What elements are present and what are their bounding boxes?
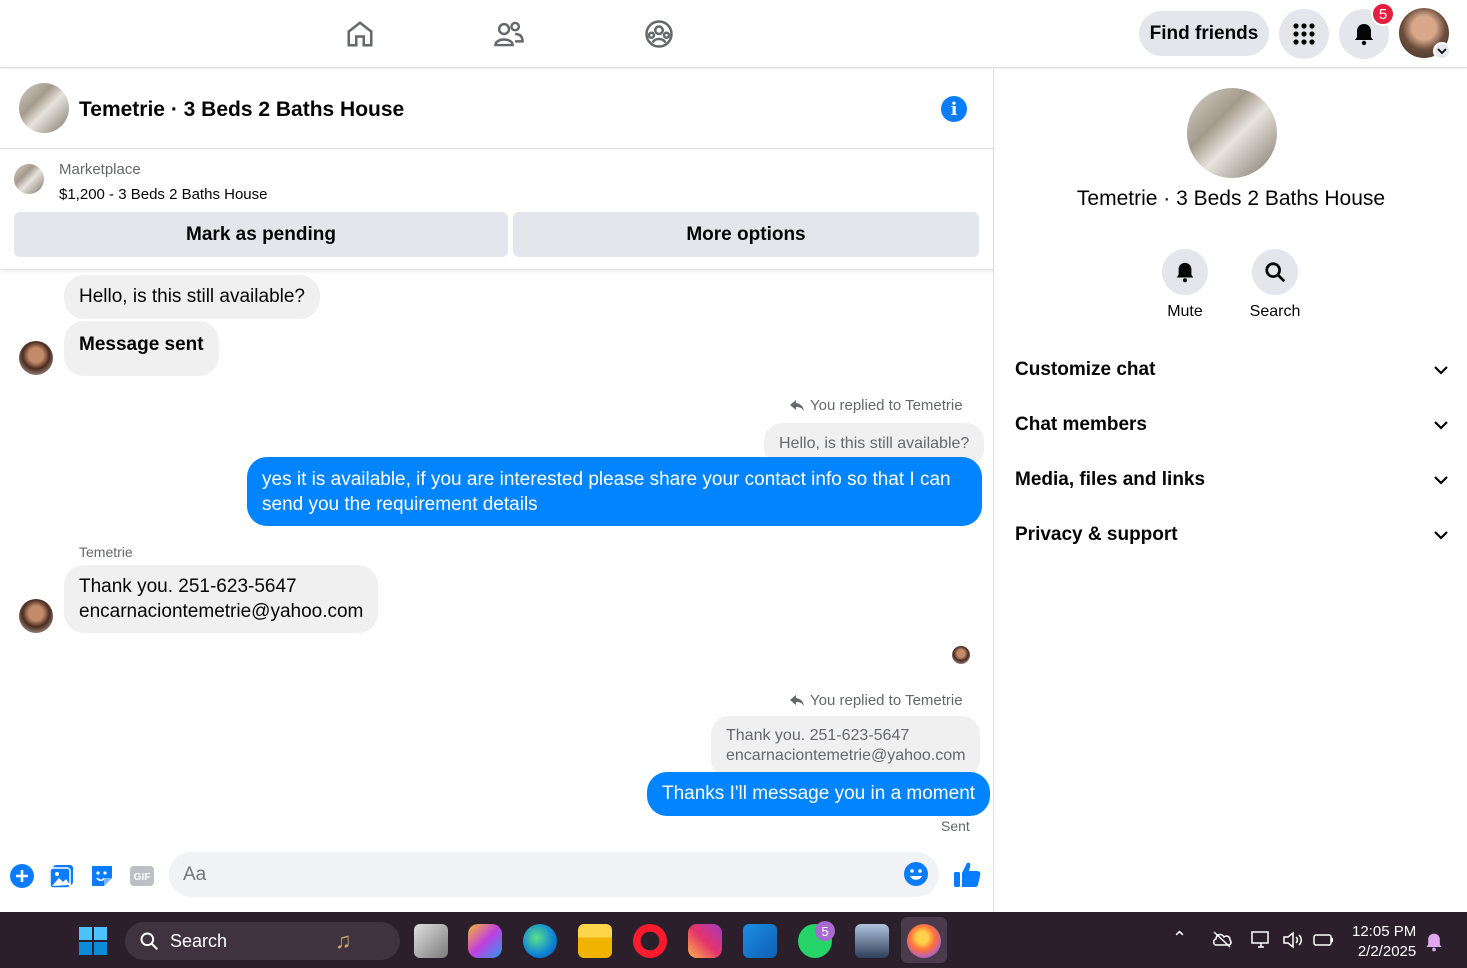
find-friends-button[interactable]: Find friends (1139, 11, 1269, 56)
mute-label: Mute (1167, 303, 1203, 320)
chevron-down-icon[interactable] (1433, 42, 1451, 60)
firefox-icon[interactable] (907, 924, 941, 958)
search-icon (140, 932, 159, 951)
mute-button[interactable]: Mute (1145, 249, 1225, 321)
section-label: Chat members (1015, 414, 1147, 435)
clock-date: 2/2/2025 (1357, 943, 1417, 960)
chat-title[interactable]: Temetrie · 3 Beds 2 Baths House (79, 98, 404, 122)
section-privacy-support[interactable]: Privacy & support (1015, 515, 1449, 555)
section-label: Customize chat (1015, 359, 1156, 380)
reply-arrow-icon (790, 694, 804, 706)
message-composer: GIF (0, 852, 994, 912)
outgoing-message[interactable]: Thanks I'll message you in a moment (647, 772, 991, 816)
windows-start-icon[interactable] (78, 926, 108, 961)
sender-name: Temetrie (79, 544, 133, 560)
sidebar-title[interactable]: Temetrie · 3 Beds 2 Baths House (995, 187, 1467, 211)
network-icon[interactable] (1250, 930, 1272, 955)
add-plus-icon[interactable] (8, 862, 36, 890)
conversation-details-sidebar: Temetrie · 3 Beds 2 Baths House Mute Sea… (995, 69, 1467, 912)
reply-indicator-text: You replied to Temetrie (810, 692, 963, 709)
read-receipt-avatar (952, 646, 970, 664)
info-icon[interactable]: i (941, 96, 967, 122)
section-customize-chat[interactable]: Customize chat (1015, 350, 1449, 390)
contact-avatar[interactable] (19, 599, 53, 633)
message-line: encarnaciontemetrie@yahoo.com (79, 601, 364, 622)
outlook-icon[interactable] (743, 924, 777, 958)
section-label: Privacy & support (1015, 524, 1178, 545)
reply-indicator: You replied to Temetrie (790, 692, 963, 709)
incoming-message[interactable]: Thank you. 251-623-5647 encarnaciontemet… (64, 565, 379, 633)
whatsapp-badge: 5 (815, 921, 835, 941)
search-label: Search (1249, 303, 1301, 320)
battery-icon[interactable] (1311, 930, 1335, 955)
thumbs-up-icon[interactable] (951, 859, 983, 891)
message-input-container (169, 852, 939, 897)
chevron-down-icon (1434, 476, 1448, 485)
taskbar-search-label: Search (170, 930, 228, 951)
notification-bell-icon[interactable] (1424, 932, 1444, 957)
message-line: Thank you. 251-623-5647 (79, 576, 297, 597)
section-label: Media, files and links (1015, 469, 1206, 490)
search-conversation-button[interactable]: Search (1235, 249, 1315, 321)
photo-icon[interactable] (48, 862, 76, 890)
listing-thumbnail[interactable] (19, 83, 69, 133)
task-view-icon[interactable] (414, 924, 448, 958)
reply-indicator: You replied to Temetrie (790, 397, 963, 414)
chat-header: Temetrie · 3 Beds 2 Baths House i (0, 69, 994, 149)
listing-price-title[interactable]: $1,200 - 3 Beds 2 Baths House (59, 186, 267, 203)
chevron-down-icon (1434, 531, 1448, 540)
search-icon[interactable] (1252, 249, 1298, 295)
file-explorer-icon[interactable] (578, 924, 612, 958)
cloud-offline-icon[interactable] (1211, 930, 1233, 953)
home-icon[interactable] (340, 14, 380, 54)
edge-browser-icon[interactable] (523, 924, 557, 958)
marketplace-banner: Marketplace $1,200 - 3 Beds 2 Baths Hous… (0, 149, 994, 270)
section-chat-members[interactable]: Chat members (1015, 405, 1449, 445)
more-options-button[interactable]: More options (513, 212, 979, 257)
reply-arrow-icon (790, 399, 804, 411)
contact-avatar[interactable] (19, 341, 53, 375)
incoming-message[interactable]: Hello, is this still available? (64, 275, 320, 319)
emoji-icon[interactable] (903, 861, 929, 892)
chevron-down-icon (1434, 366, 1448, 375)
copilot-icon[interactable] (468, 924, 502, 958)
section-media-files-links[interactable]: Media, files and links (1015, 460, 1449, 500)
clock-time: 12:05 PM (1352, 923, 1417, 940)
groups-icon[interactable] (639, 14, 679, 54)
chevron-down-icon (1434, 421, 1448, 430)
notification-count-badge: 5 (1371, 2, 1395, 26)
incoming-message[interactable]: Message sent (64, 321, 219, 376)
taskbar-search-box[interactable]: Search ♫ (125, 922, 400, 960)
instagram-icon[interactable] (688, 924, 722, 958)
opera-browser-icon[interactable] (633, 924, 667, 958)
app-icon[interactable] (855, 924, 889, 958)
gif-icon[interactable]: GIF (128, 862, 156, 890)
listing-profile-photo[interactable] (1187, 88, 1277, 178)
quoted-line: Thank you. 251-623-5647 (726, 727, 910, 744)
top-navigation-bar: Find friends 5 (0, 0, 1467, 68)
chevron-up-icon[interactable]: ⌃ (1172, 928, 1187, 949)
marketplace-label: Marketplace (59, 161, 141, 178)
menu-grid-icon[interactable] (1279, 9, 1329, 59)
listing-small-thumbnail (14, 164, 44, 194)
taskbar-clock[interactable]: 12:05 PM 2/2/2025 (1352, 922, 1416, 962)
quoted-message[interactable]: Thank you. 251-623-5647 encarnaciontemet… (711, 716, 981, 778)
message-input[interactable] (183, 852, 883, 897)
volume-icon[interactable] (1282, 930, 1304, 955)
friends-icon[interactable] (489, 14, 529, 54)
chat-panel: Temetrie · 3 Beds 2 Baths House i Market… (0, 69, 994, 912)
bell-icon[interactable] (1162, 249, 1208, 295)
mark-as-pending-button[interactable]: Mark as pending (14, 212, 508, 257)
outgoing-message[interactable]: yes it is available, if you are interest… (247, 457, 982, 526)
svg-text:GIF: GIF (134, 872, 151, 883)
gramophone-icon: ♫ (335, 928, 352, 953)
reply-indicator-text: You replied to Temetrie (810, 397, 963, 414)
windows-taskbar: Search ♫ 5 ⌃ 12:05 PM 2/2/2025 (0, 912, 1467, 968)
quoted-line: encarnaciontemetrie@yahoo.com (726, 747, 966, 764)
message-status: Sent (941, 818, 970, 834)
sticker-icon[interactable] (88, 862, 116, 890)
